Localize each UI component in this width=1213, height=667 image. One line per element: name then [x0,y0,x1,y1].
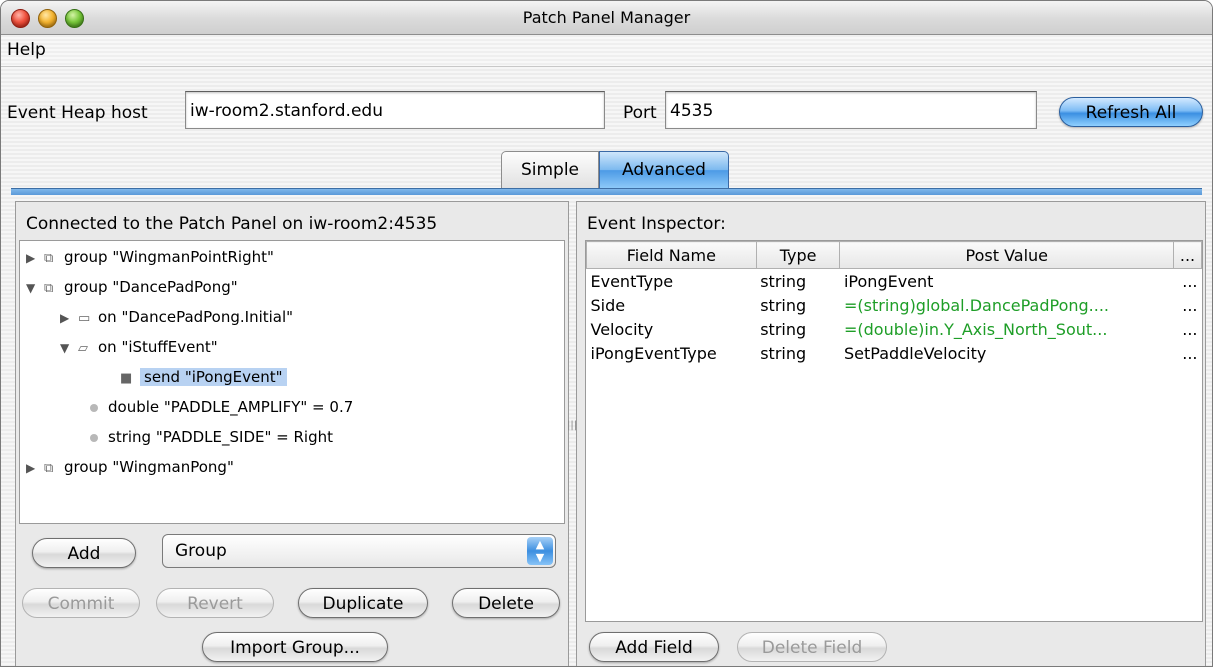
field-value-cell: SetPaddleVelocity [843,343,987,363]
tab-advanced[interactable]: Advanced [599,151,729,188]
table-row[interactable]: Side string =(string)global.DancePadPong… [587,293,1202,317]
field-type-cell: string [760,295,807,315]
collapse-triangle-icon[interactable]: ▼ [60,334,72,362]
field-name-cell: Velocity [590,319,654,339]
patch-tree: ▶ ⧉ group "WingmanPointRight" ▼ ⧉ group "Dan… [19,240,565,524]
tree-item-istuffevent[interactable]: ▼ ▱ on "iStuffEvent" [60,333,218,361]
delete-field-button[interactable]: Delete Field [737,632,887,662]
connection-header: Connected to the Patch Panel on iw-room2… [26,214,438,234]
tree-item-send-ipongevent[interactable]: ■ send "iPongEvent" [120,363,287,391]
table-row[interactable]: EventType string iPongEvent ... [587,269,1202,294]
tree-item-dancepadpong[interactable]: ▼ ⧉ group "DancePadPong" [26,273,238,301]
column-field-name[interactable]: Field Name [586,241,757,269]
send-icon: ■ [120,371,133,386]
tree-item-wingmanpointright[interactable]: ▶ ⧉ group "WingmanPointRight" [26,243,274,271]
patch-panel-pane: Connected to the Patch Panel on iw-room2… [15,201,569,666]
field-name-cell: Side [590,295,626,315]
event-inspector-header: Event Inspector: [587,214,726,234]
port-input[interactable]: 4535 [665,91,1037,129]
field-more-button[interactable]: ... [1174,293,1202,317]
table-header-row: Field Name Type Post Value ... [586,241,1202,269]
tree-item-paddle-amplify[interactable]: double "PADDLE_AMPLIFY" = 0.7 [90,393,353,421]
tree-item-wingmanpong[interactable]: ▶ ⧉ group "WingmanPong" [26,453,234,481]
title-bar[interactable]: Patch Panel Manager [1,1,1212,35]
import-group-button[interactable]: Import Group... [202,632,388,662]
table-row[interactable]: iPongEventType string SetPaddleVelocity … [587,341,1202,365]
updown-arrows-icon: ▲ ▼ [527,537,553,565]
field-name-cell: iPongEventType [590,343,717,363]
refresh-all-button[interactable]: Refresh All [1059,97,1203,127]
group-icon: ⧉ [44,281,54,296]
field-value-cell: =(string)global.DancePadPong.... [843,295,1109,315]
event-field-table: Field Name Type Post Value ... EventType… [585,240,1203,622]
variable-bullet-icon [90,433,98,442]
tree-item-paddle-side[interactable]: string "PADDLE_SIDE" = Right [90,423,333,451]
commit-button[interactable]: Commit [22,588,140,618]
add-type-select[interactable]: Group ▲ ▼ [162,534,556,568]
field-type-cell: string [760,271,807,291]
port-label: Port [623,103,657,123]
field-type-cell: string [760,343,807,363]
event-inspector-pane: Event Inspector: Field Name Type Post Va… [576,201,1206,666]
host-input[interactable]: iw-room2.stanford.edu [185,91,605,129]
group-icon: ⧉ [44,251,54,266]
open-folder-icon: ▱ [78,341,88,356]
field-more-button[interactable]: ... [1174,317,1202,341]
column-type[interactable]: Type [755,241,841,269]
menu-bar: Help [1,35,1212,67]
delete-button[interactable]: Delete [452,588,560,618]
add-type-value: Group [175,541,227,561]
tab-simple[interactable]: Simple [501,151,599,188]
column-more[interactable]: ... [1173,241,1202,269]
field-more-button[interactable]: ... [1174,341,1202,365]
split-divider-grip[interactable]: ||| [567,421,577,451]
field-more-button[interactable]: ... [1174,269,1202,294]
collapse-triangle-icon[interactable]: ▼ [26,274,38,302]
host-row: Event Heap host iw-room2.stanford.edu Po… [1,91,1212,141]
group-icon: ⧉ [44,461,54,476]
revert-button[interactable]: Revert [156,588,274,618]
add-button[interactable]: Add [32,538,136,568]
table-row[interactable]: Velocity string =(double)in.Y_Axis_North… [587,317,1202,341]
app-window: Patch Panel Manager Help Event Heap host… [0,0,1213,667]
column-post-value[interactable]: Post Value [839,241,1175,269]
field-value-cell: =(double)in.Y_Axis_North_Sout... [843,319,1108,339]
expand-triangle-icon[interactable]: ▶ [60,304,72,332]
field-value-cell: iPongEvent [843,271,934,291]
add-field-button[interactable]: Add Field [589,632,719,662]
field-name-cell: EventType [590,271,674,291]
folder-icon: ▭ [78,311,91,326]
variable-bullet-icon [90,403,98,412]
tree-item-dancepadpong-initial[interactable]: ▶ ▭ on "DancePadPong.Initial" [60,303,293,331]
tab-underline [11,188,1202,195]
field-type-cell: string [760,319,807,339]
expand-triangle-icon[interactable]: ▶ [26,454,38,482]
expand-triangle-icon[interactable]: ▶ [26,244,38,272]
menu-help[interactable]: Help [7,40,46,60]
window-title: Patch Panel Manager [522,8,691,27]
host-label: Event Heap host [7,103,148,123]
duplicate-button[interactable]: Duplicate [298,588,428,618]
